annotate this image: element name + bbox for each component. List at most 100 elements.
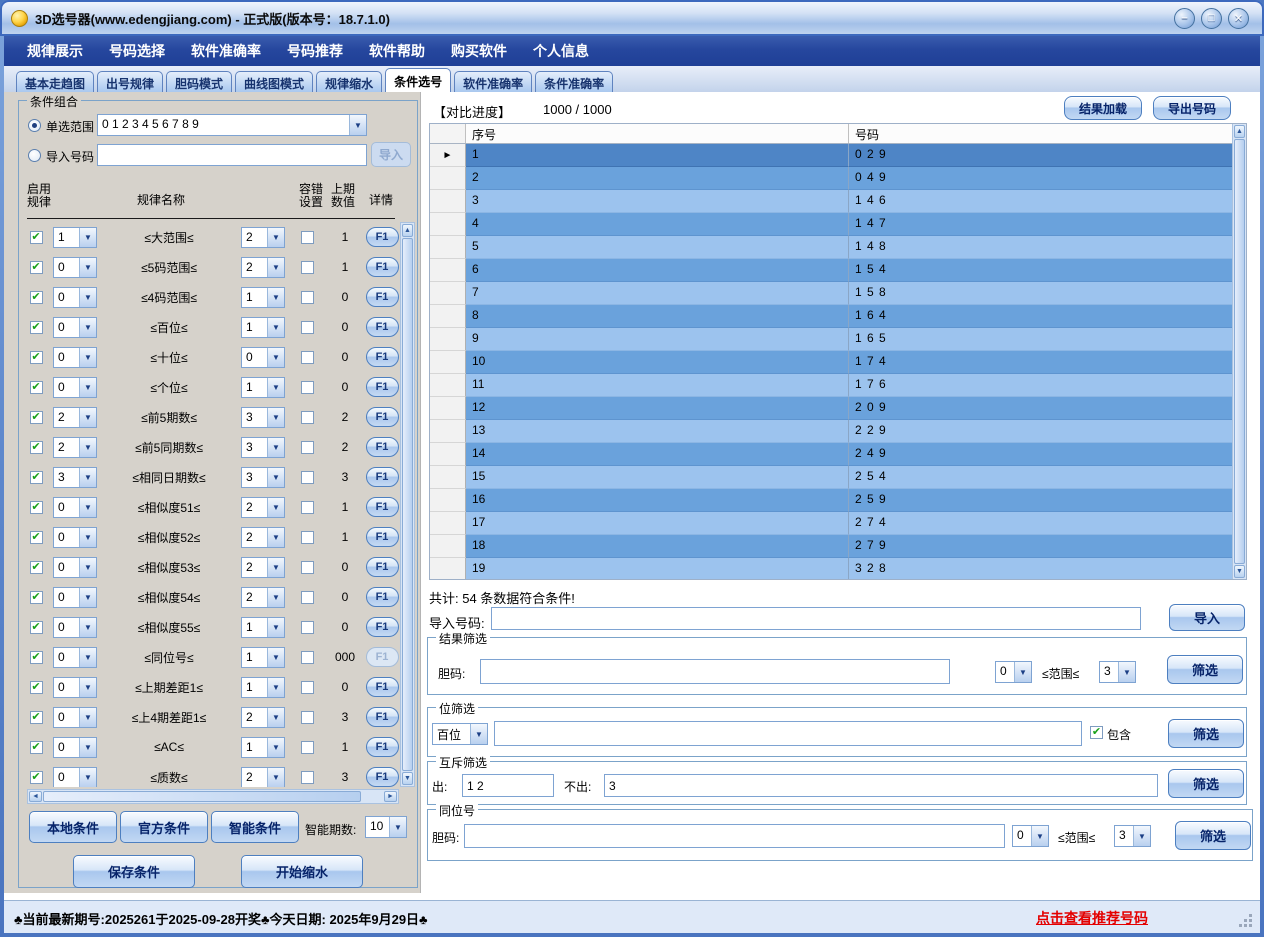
rule-detail-button[interactable]: F1 — [366, 497, 399, 517]
rule-max-select[interactable]: 1▼ — [241, 617, 285, 638]
rule-tolerance-checkbox[interactable] — [301, 411, 314, 424]
rule-max-select[interactable]: 0▼ — [241, 347, 285, 368]
import-numbers-input[interactable] — [491, 607, 1141, 630]
tab[interactable]: 胆码模式 — [166, 71, 232, 92]
resize-grip-icon[interactable] — [1240, 915, 1252, 927]
chevron-down-icon[interactable]: ▼ — [1133, 826, 1150, 846]
chevron-down-icon[interactable]: ▼ — [79, 378, 96, 397]
range-min-select[interactable]: 0 ▼ — [995, 661, 1032, 683]
mutex-filter-button[interactable]: 筛选 — [1168, 769, 1244, 798]
table-row[interactable]: 6 1 5 4 — [430, 259, 1232, 282]
menu-item[interactable]: 个人信息 — [520, 36, 602, 66]
single-range-radio[interactable] — [28, 119, 41, 132]
chevron-down-icon[interactable]: ▼ — [79, 768, 96, 787]
same-position-filter-button[interactable]: 筛选 — [1175, 821, 1251, 850]
table-row[interactable]: 16 2 5 9 — [430, 489, 1232, 512]
maximize-icon[interactable]: □ — [1201, 8, 1222, 29]
chevron-down-icon[interactable]: ▼ — [267, 378, 284, 397]
rule-enabled-checkbox[interactable]: ✔ — [30, 651, 43, 664]
rule-tolerance-checkbox[interactable] — [301, 231, 314, 244]
rule-max-select[interactable]: 3▼ — [241, 437, 285, 458]
chevron-down-icon[interactable]: ▼ — [79, 408, 96, 427]
chevron-down-icon[interactable]: ▼ — [79, 438, 96, 457]
rule-enabled-checkbox[interactable]: ✔ — [30, 591, 43, 604]
rule-max-select[interactable]: 1▼ — [241, 737, 285, 758]
rule-tolerance-checkbox[interactable] — [301, 321, 314, 334]
rule-enabled-checkbox[interactable]: ✔ — [30, 381, 43, 394]
scroll-thumb[interactable] — [43, 791, 361, 802]
table-row[interactable]: 4 1 4 7 — [430, 213, 1232, 236]
chevron-down-icon[interactable]: ▼ — [267, 708, 284, 727]
table-row[interactable]: 7 1 5 8 — [430, 282, 1232, 305]
chevron-down-icon[interactable]: ▼ — [79, 588, 96, 607]
rule-detail-button[interactable]: F1 — [366, 347, 399, 367]
chevron-down-icon[interactable]: ▼ — [79, 738, 96, 757]
rule-min-select[interactable]: 0▼ — [53, 677, 97, 698]
rule-max-select[interactable]: 3▼ — [241, 467, 285, 488]
rule-enabled-checkbox[interactable]: ✔ — [30, 531, 43, 544]
rule-min-select[interactable]: 0▼ — [53, 617, 97, 638]
table-row[interactable]: ► 1 0 2 9 — [430, 144, 1232, 167]
scroll-down-icon[interactable]: ▼ — [1234, 565, 1245, 578]
scroll-down-icon[interactable]: ▼ — [402, 772, 413, 785]
rule-detail-button[interactable]: F1 — [366, 317, 399, 337]
smart-condition-button[interactable]: 智能条件 — [211, 811, 299, 843]
tab[interactable]: 条件准确率 — [535, 71, 613, 92]
rule-min-select[interactable]: 0▼ — [53, 257, 97, 278]
table-vertical-scrollbar[interactable]: ▲ ▼ — [1232, 124, 1246, 579]
same-range-min-select[interactable]: 0 ▼ — [1012, 825, 1049, 847]
scroll-thumb[interactable] — [1234, 139, 1245, 564]
official-condition-button[interactable]: 官方条件 — [120, 811, 208, 843]
chevron-down-icon[interactable]: ▼ — [79, 258, 96, 277]
rules-horizontal-scrollbar[interactable]: ◄ ► — [27, 789, 399, 804]
close-icon[interactable]: ✕ — [1228, 8, 1249, 29]
rule-min-select[interactable]: 0▼ — [53, 587, 97, 608]
rule-tolerance-checkbox[interactable] — [301, 501, 314, 514]
chevron-down-icon[interactable]: ▼ — [79, 528, 96, 547]
load-results-button[interactable]: 结果加载 — [1064, 96, 1142, 120]
scroll-up-icon[interactable]: ▲ — [1234, 125, 1245, 138]
rule-enabled-checkbox[interactable]: ✔ — [30, 711, 43, 724]
chevron-down-icon[interactable]: ▼ — [79, 498, 96, 517]
rule-detail-button[interactable]: F1 — [366, 407, 399, 427]
tab[interactable]: 规律缩水 — [316, 71, 382, 92]
menu-item[interactable]: 号码推荐 — [274, 36, 356, 66]
rule-enabled-checkbox[interactable]: ✔ — [30, 231, 43, 244]
position-filter-input[interactable] — [494, 721, 1082, 746]
rule-enabled-checkbox[interactable]: ✔ — [30, 681, 43, 694]
rule-enabled-checkbox[interactable]: ✔ — [30, 621, 43, 634]
rule-detail-button[interactable]: F1 — [366, 437, 399, 457]
table-row[interactable]: 11 1 7 6 — [430, 374, 1232, 397]
scroll-left-icon[interactable]: ◄ — [29, 791, 42, 802]
save-condition-button[interactable]: 保存条件 — [73, 855, 195, 888]
rule-detail-button[interactable]: F1 — [366, 287, 399, 307]
danma-input[interactable] — [480, 659, 950, 684]
rule-max-select[interactable]: 2▼ — [241, 497, 285, 518]
chevron-down-icon[interactable]: ▼ — [79, 558, 96, 577]
rule-max-select[interactable]: 2▼ — [241, 227, 285, 248]
rule-detail-button[interactable]: F1 — [366, 707, 399, 727]
rule-enabled-checkbox[interactable]: ✔ — [30, 291, 43, 304]
tab[interactable]: 软件准确率 — [454, 71, 532, 92]
chevron-down-icon[interactable]: ▼ — [267, 408, 284, 427]
chevron-down-icon[interactable]: ▼ — [79, 648, 96, 667]
out-input[interactable] — [462, 774, 554, 797]
table-row[interactable]: 14 2 4 9 — [430, 443, 1232, 466]
menu-item[interactable]: 软件准确率 — [178, 36, 274, 66]
chevron-down-icon[interactable]: ▼ — [267, 438, 284, 457]
chevron-down-icon[interactable]: ▼ — [79, 618, 96, 637]
rule-enabled-checkbox[interactable]: ✔ — [30, 261, 43, 274]
rule-tolerance-checkbox[interactable] — [301, 741, 314, 754]
scroll-up-icon[interactable]: ▲ — [402, 224, 413, 237]
chevron-down-icon[interactable]: ▼ — [79, 228, 96, 247]
chevron-down-icon[interactable]: ▼ — [267, 318, 284, 337]
include-checkbox[interactable]: ✔ — [1090, 726, 1103, 739]
rule-detail-button[interactable]: F1 — [366, 227, 399, 247]
chevron-down-icon[interactable]: ▼ — [470, 724, 487, 744]
rule-detail-button[interactable]: F1 — [366, 677, 399, 697]
table-row[interactable]: 17 2 7 4 — [430, 512, 1232, 535]
rule-min-select[interactable]: 0▼ — [53, 347, 97, 368]
rule-tolerance-checkbox[interactable] — [301, 531, 314, 544]
rule-enabled-checkbox[interactable]: ✔ — [30, 501, 43, 514]
scroll-thumb[interactable] — [402, 238, 413, 771]
